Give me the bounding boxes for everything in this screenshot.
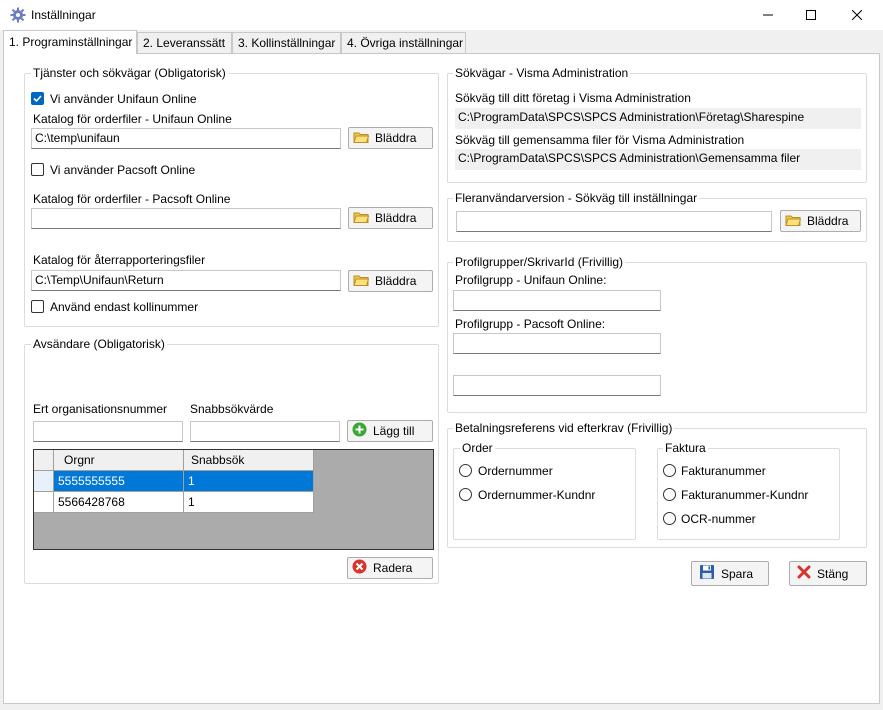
visma-company-label: Sökväg till ditt företag i Visma Adminis… (455, 91, 691, 105)
gear-icon (10, 7, 26, 23)
kolli-checkbox-label: Använd endast kollinummer (50, 300, 199, 314)
grid-header-orgnr-label: Orgnr (64, 453, 95, 467)
return-browse-button[interactable]: Bläddra (348, 270, 433, 292)
folder-icon (353, 210, 370, 227)
radio-ocr-nummer[interactable] (663, 512, 676, 525)
grid-row-header[interactable] (34, 471, 54, 492)
pacsoft-dir-input[interactable] (31, 208, 341, 229)
visma-common-label: Sökväg till gemensamma filer för Visma A… (455, 133, 745, 147)
radio-fakturanummer[interactable] (663, 464, 676, 477)
red-x-icon (797, 565, 811, 582)
minimize-icon (763, 10, 773, 20)
grid-row-header[interactable] (34, 492, 54, 513)
profile-third-input[interactable] (453, 375, 661, 396)
folder-icon (353, 273, 370, 290)
sender-grid[interactable]: Orgnr Snabbsök 5555555555 1 5566428768 1 (33, 449, 434, 550)
tab-deliverymethods[interactable]: 2. Leveranssätt (137, 32, 232, 53)
tab-othersettings[interactable]: 4. Övriga inställningar (341, 32, 466, 53)
profile-pacsoft-label: Profilgrupp - Pacsoft Online: (455, 317, 606, 331)
delete-icon (352, 559, 367, 577)
tab-kollisettings[interactable]: 3. Kollinställningar (232, 32, 341, 53)
delete-button-label: Radera (373, 561, 413, 575)
unifaun-checkbox-label: Vi använder Unifaun Online (50, 92, 197, 106)
profiles-group-title: Profilgrupper/SkrivarId (Frivillig) (453, 255, 626, 269)
visma-company-path: C:\ProgramData\SPCS\SPCS Administration\… (455, 108, 861, 129)
close-button[interactable] (834, 0, 880, 30)
grid-header-snabbsok-label: Snabbsök (191, 453, 245, 467)
multiuser-browse-button[interactable]: Bläddra (780, 210, 861, 232)
table-row-orgnr[interactable]: 5555555555 (54, 471, 184, 492)
radio-ordernummer-kundnr-label: Ordernummer-Kundnr (478, 488, 596, 502)
grid-header-snabbsok[interactable]: Snabbsök (184, 450, 314, 471)
close-icon (852, 10, 862, 20)
kolli-checkbox[interactable] (31, 300, 44, 313)
order-subgroup-title: Order (460, 441, 495, 455)
save-button-label: Spara (721, 566, 754, 581)
table-row-snabbsok[interactable]: 1 (184, 492, 314, 513)
profile-pacsoft-input[interactable] (453, 333, 661, 354)
quick-search-input[interactable] (190, 421, 340, 442)
folder-icon (785, 213, 802, 230)
visma-group-title: Sökvägar - Visma Administration (453, 66, 631, 80)
pacsoft-checkbox[interactable] (31, 163, 44, 176)
delete-button[interactable]: Radera (347, 557, 433, 579)
maximize-button[interactable] (788, 0, 834, 30)
grid-header-orgnr[interactable]: Orgnr (54, 450, 184, 471)
radio-ordernummer[interactable] (459, 464, 472, 477)
multiuser-browse-label: Bläddra (807, 214, 849, 228)
org-number-input[interactable] (33, 421, 183, 442)
unifaun-browse-button[interactable]: Bläddra (348, 127, 433, 149)
multiuser-path-input[interactable] (456, 211, 772, 232)
return-dir-label: Katalog för återrapporteringsfiler (33, 253, 206, 267)
close-dialog-label: Stäng (817, 566, 849, 581)
radio-ordernummer-kundnr[interactable] (459, 488, 472, 501)
plus-icon (352, 422, 367, 440)
add-button[interactable]: Lägg till (347, 420, 433, 442)
unifaun-checkbox[interactable] (31, 92, 44, 105)
return-dir-input[interactable]: C:\Temp\Unifaun\Return (31, 270, 341, 291)
table-row-snabbsok[interactable]: 1 (184, 471, 314, 492)
invoice-subgroup-title: Faktura (663, 441, 708, 455)
save-button[interactable]: Spara (691, 561, 769, 586)
profile-unifaun-input[interactable] (453, 290, 661, 311)
pacsoft-browse-label: Bläddra (375, 211, 417, 225)
radio-ocr-nummer-label: OCR-nummer (681, 512, 756, 526)
radio-fakturanummer-label: Fakturanummer (681, 464, 766, 478)
maximize-icon (806, 10, 816, 20)
check-icon (33, 95, 42, 103)
org-number-label: Ert organisationsnummer (33, 402, 168, 416)
tab-programsettings[interactable]: 1. Programinställningar (3, 30, 137, 54)
minimize-button[interactable] (745, 0, 791, 30)
unifaun-browse-label: Bläddra (375, 131, 417, 145)
visma-common-path: C:\ProgramData\SPCS\SPCS Administration\… (455, 149, 861, 170)
folder-icon (353, 130, 370, 147)
unifaun-dir-input[interactable]: C:\temp\unifaun (31, 128, 341, 149)
quick-search-label: Snabbsökvärde (190, 402, 274, 416)
radio-fakturanummer-kundnr[interactable] (663, 488, 676, 501)
services-group-title: Tjänster och sökvägar (Obligatorisk) (31, 66, 228, 80)
close-dialog-button[interactable]: Stäng (789, 561, 867, 586)
window-title: Inställningar (31, 8, 96, 22)
multiuser-group-title: Fleranvändarversion - Sökväg till instäl… (453, 191, 700, 205)
radio-fakturanummer-kundnr-label: Fakturanummer-Kundnr (681, 488, 809, 502)
pacsoft-browse-button[interactable]: Bläddra (348, 207, 433, 229)
unifaun-dir-label: Katalog för orderfiler - Unifaun Online (33, 112, 232, 126)
payment-group-title: Betalningsreferens vid efterkrav (Frivil… (453, 421, 675, 435)
profile-unifaun-label: Profilgrupp - Unifaun Online: (455, 273, 607, 287)
add-button-label: Lägg till (373, 424, 415, 438)
return-browse-label: Bläddra (375, 274, 417, 288)
floppy-disk-icon (699, 564, 715, 583)
pacsoft-dir-label: Katalog för orderfiler - Pacsoft Online (33, 192, 231, 206)
grid-corner (34, 450, 54, 471)
radio-ordernummer-label: Ordernummer (478, 464, 553, 478)
table-row-orgnr[interactable]: 5566428768 (54, 492, 184, 513)
sender-group-title: Avsändare (Obligatorisk) (31, 337, 167, 351)
pacsoft-checkbox-label: Vi använder Pacsoft Online (50, 163, 196, 177)
